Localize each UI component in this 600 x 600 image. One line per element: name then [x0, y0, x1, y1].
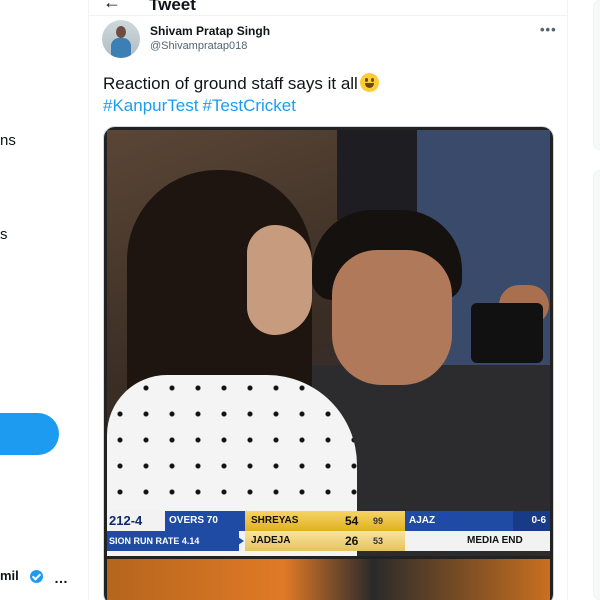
sidebar-card [593, 0, 600, 150]
compose-tweet-button[interactable] [0, 413, 59, 455]
more-options-icon[interactable]: ••• [540, 22, 557, 37]
hashtags: #KanpurTest #TestCricket [103, 96, 300, 116]
right-sidebar [593, 0, 600, 600]
tweet-media[interactable]: 212-4 OVERS 70 SHREYAS 54 99 AJAZ 0-6 SI… [103, 126, 554, 600]
overs: OVERS 70 [169, 515, 218, 526]
batter-runs: 54 [345, 514, 359, 528]
page-title: Tweet [149, 0, 196, 14]
tweet-photo-2[interactable] [107, 559, 550, 600]
back-arrow-icon[interactable]: ← [103, 0, 121, 13]
batter-1: SHREYAS 54 99 [245, 511, 405, 531]
bowler-name: AJAZ [409, 515, 436, 526]
batter-runs: 26 [345, 534, 359, 548]
left-navigation: ns s mil … [0, 0, 88, 600]
hashtag-link[interactable]: #KanpurTest [103, 96, 198, 115]
author-handle[interactable]: @Shivampratap018 [150, 40, 247, 52]
scoreboard-row-top: 212-4 OVERS 70 SHREYAS 54 99 AJAZ 0-6 [107, 511, 550, 531]
grinning-face-emoji-icon [359, 73, 379, 92]
team-total: 212-4 [107, 511, 165, 531]
scoreboard: 212-4 OVERS 70 SHREYAS 54 99 AJAZ 0-6 SI… [107, 509, 550, 553]
media-end: MEDIA END [467, 535, 523, 546]
avatar[interactable] [102, 20, 140, 58]
tweet-photo[interactable] [107, 130, 550, 556]
hashtag-link[interactable]: #TestCricket [202, 96, 296, 115]
strike-arrow-icon [238, 537, 244, 545]
tweet-text: Reaction of ground staff says it all [103, 72, 553, 95]
phone-object [471, 303, 543, 363]
batter-balls: 99 [373, 516, 384, 526]
batter-name: SHREYAS [251, 515, 299, 526]
sidebar-card [593, 170, 600, 600]
tweet-body: Reaction of ground staff says it all [103, 74, 358, 93]
nav-item-label-fragment[interactable]: ns [0, 132, 16, 149]
nav-item-label-fragment[interactable]: s [0, 226, 8, 243]
run-rate: SION RUN RATE 4.14 [107, 531, 239, 551]
author-name[interactable]: Shivam Pratap Singh [150, 24, 270, 38]
batter-name: JADEJA [251, 535, 291, 546]
page-header: ← Tweet [89, 0, 567, 16]
main-column: ← Tweet Shivam Pratap Singh @Shivamprata… [88, 0, 568, 600]
account-more-icon[interactable]: … [54, 570, 69, 586]
verified-badge-icon [30, 570, 43, 583]
scoreboard-row-bottom: SION RUN RATE 4.14 JADEJA 26 53 MEDIA EN… [107, 531, 550, 551]
batter-2: JADEJA 26 53 [245, 531, 405, 551]
bowler-figures: 0-6 [513, 511, 550, 531]
account-name[interactable]: mil [0, 568, 19, 583]
batter-balls: 53 [373, 536, 384, 546]
